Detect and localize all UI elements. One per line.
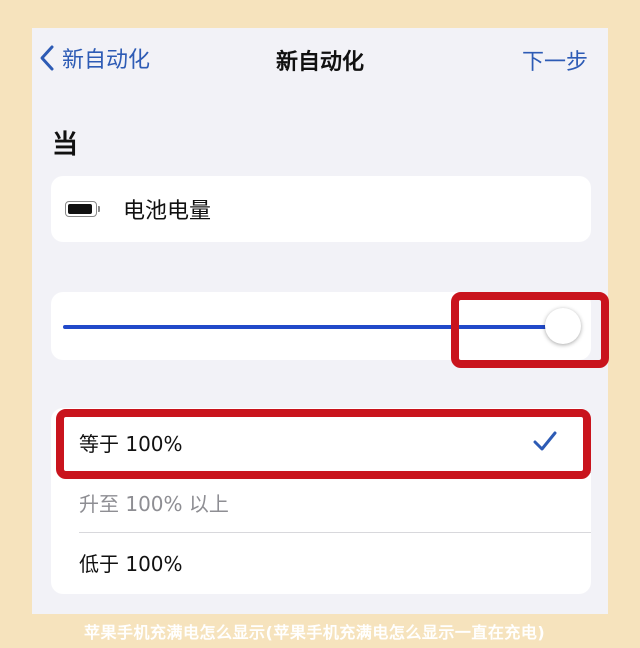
trigger-label: 电池电量 xyxy=(123,199,212,224)
navigation-bar: 新自动化 新自动化 下一步 xyxy=(32,28,608,90)
option-label: 升至 100% 以上 xyxy=(79,491,229,516)
trigger-row[interactable]: 电池电量 xyxy=(51,176,591,242)
image-caption: 苹果手机充满电怎么显示(苹果手机充满电怎么显示一直在充电) xyxy=(84,623,546,642)
section-heading: 当 xyxy=(52,130,79,160)
next-button[interactable]: 下一步 xyxy=(522,44,588,76)
option-label: 低于 100% xyxy=(79,551,183,576)
option-rises-above: 升至 100% 以上 xyxy=(51,472,591,532)
option-below[interactable]: 低于 100% xyxy=(51,532,591,592)
option-highlight-box xyxy=(56,409,591,479)
slider-highlight-box xyxy=(451,292,609,368)
battery-icon xyxy=(65,201,101,217)
